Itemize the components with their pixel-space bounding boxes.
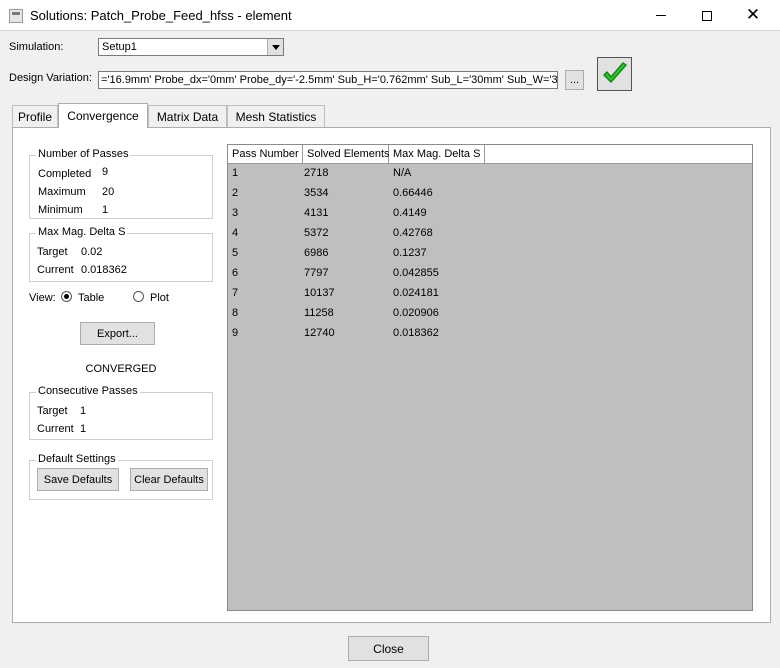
maximum-label: Maximum: [38, 186, 86, 198]
table-row[interactable]: 6 7797 0.042855: [228, 264, 752, 284]
table-cell: 7: [232, 287, 239, 299]
convergence-status: CONVERGED: [85, 363, 157, 375]
table-cell: 0.66446: [393, 187, 433, 199]
table-header: Pass Number Solved Elements Max Mag. Del…: [228, 145, 752, 164]
tab-mesh-statistics[interactable]: Mesh Statistics: [227, 105, 325, 127]
delta-target-label: Target: [37, 246, 68, 258]
clear-defaults-button[interactable]: Clear Defaults: [130, 468, 208, 491]
consecutive-current-label: Current: [37, 423, 74, 435]
window-title: Solutions: Patch_Probe_Feed_hfss - eleme…: [30, 8, 292, 23]
tab-matrix-data[interactable]: Matrix Data: [148, 105, 227, 127]
tab-label: Profile: [17, 109, 52, 124]
chevron-down-icon: [271, 44, 280, 50]
design-variation-label: Design Variation:: [9, 72, 92, 84]
app-icon: [9, 9, 23, 23]
design-variation-browse-button[interactable]: ...: [565, 70, 584, 90]
table-cell: 9: [232, 327, 239, 339]
table-cell: 4: [232, 227, 239, 239]
table-cell: 12740: [304, 327, 335, 339]
table-cell: 11258: [304, 307, 334, 319]
group-title: Max Mag. Delta S: [36, 226, 128, 238]
table-cell: N/A: [393, 167, 412, 179]
view-table-label[interactable]: Table: [78, 292, 104, 304]
delta-current-value: 0.018362: [81, 264, 127, 276]
table-cell: 0.042855: [393, 267, 439, 279]
design-variation-field[interactable]: ='16.9mm' Probe_dx='0mm' Probe_dy='-2.5m…: [98, 71, 558, 89]
simulation-dropdown-button[interactable]: [267, 39, 283, 55]
group-title: Consecutive Passes: [36, 385, 140, 397]
table-cell: 0.1237: [393, 247, 427, 259]
design-variation-status-button[interactable]: [597, 57, 632, 91]
table-cell: 7797: [304, 267, 329, 279]
table-row[interactable]: 3 4131 0.4149: [228, 204, 752, 224]
simulation-label: Simulation:: [9, 41, 64, 53]
save-defaults-button[interactable]: Save Defaults: [37, 468, 119, 491]
table-cell: 6986: [304, 247, 329, 259]
table-row[interactable]: 1 2718 N/A: [228, 164, 752, 184]
table-row[interactable]: 2 3534 0.66446: [228, 184, 752, 204]
window-close-button[interactable]: ✕: [730, 0, 776, 31]
tab-label: Convergence: [67, 109, 139, 123]
column-header-solved-elements[interactable]: Solved Elements: [303, 145, 390, 163]
table-cell: 4131: [304, 207, 329, 219]
delta-target-value: 0.02: [81, 246, 103, 258]
table-cell: 5372: [304, 227, 329, 239]
column-header-pass-number[interactable]: Pass Number: [228, 145, 303, 163]
table-row[interactable]: 5 6986 0.1237: [228, 244, 752, 264]
table-cell: 3534: [304, 187, 329, 199]
tab-convergence[interactable]: Convergence: [58, 103, 148, 128]
table-cell: 6: [232, 267, 239, 279]
table-cell: 2718: [304, 167, 329, 179]
table-cell: 0.020906: [393, 307, 439, 319]
delta-current-label: Current: [37, 264, 74, 276]
close-button[interactable]: Close: [348, 636, 429, 661]
view-label: View:: [29, 292, 56, 304]
view-plot-label[interactable]: Plot: [150, 292, 169, 304]
simulation-value: Setup1: [102, 41, 137, 53]
table-cell: 2: [232, 187, 239, 199]
consecutive-current-value: 1: [80, 423, 87, 435]
consecutive-target-label: Target: [37, 405, 68, 417]
tab-label: Mesh Statistics: [235, 109, 317, 124]
completed-label: Completed: [38, 168, 92, 180]
table-cell: 8: [232, 307, 239, 319]
column-header-max-mag-delta[interactable]: Max Mag. Delta S: [389, 145, 485, 163]
design-variation-value: ='16.9mm' Probe_dx='0mm' Probe_dy='-2.5m…: [101, 74, 558, 86]
table-cell: 5: [232, 247, 239, 259]
tab-profile[interactable]: Profile: [12, 105, 58, 127]
convergence-table[interactable]: Pass Number Solved Elements Max Mag. Del…: [227, 144, 753, 611]
group-title: Default Settings: [36, 453, 118, 465]
close-icon: ✕: [745, 5, 761, 25]
radio-dot: [64, 294, 69, 299]
table-cell: 0.024181: [393, 287, 439, 299]
tab-label: Matrix Data: [156, 109, 219, 124]
export-button[interactable]: Export...: [80, 322, 155, 345]
minimize-button[interactable]: [638, 0, 684, 31]
table-row[interactable]: 9 12740 0.018362: [228, 324, 752, 344]
completed-value: 9: [102, 166, 109, 178]
view-plot-radio[interactable]: [133, 291, 144, 302]
maximum-value: 20: [102, 186, 115, 198]
maximize-button[interactable]: [684, 0, 730, 31]
table-cell: 0.42768: [393, 227, 433, 239]
check-icon: [602, 62, 627, 83]
table-cell: 0.4149: [393, 207, 427, 219]
group-title: Number of Passes: [36, 148, 131, 160]
minimum-label: Minimum: [38, 204, 83, 216]
maximize-icon: [702, 10, 712, 21]
table-row[interactable]: 7 10137 0.024181: [228, 284, 752, 304]
table-row[interactable]: 4 5372 0.42768: [228, 224, 752, 244]
table-cell: 0.018362: [393, 327, 439, 339]
table-cell: 10137: [304, 287, 335, 299]
table-row[interactable]: 8 11258 0.020906: [228, 304, 752, 324]
view-table-radio[interactable]: [61, 291, 72, 302]
consecutive-target-value: 1: [80, 405, 87, 417]
simulation-select[interactable]: Setup1: [98, 38, 284, 56]
minimize-icon: [656, 15, 666, 16]
table-cell: 1: [232, 167, 239, 179]
table-cell: 3: [232, 207, 239, 219]
minimum-value: 1: [102, 204, 109, 216]
